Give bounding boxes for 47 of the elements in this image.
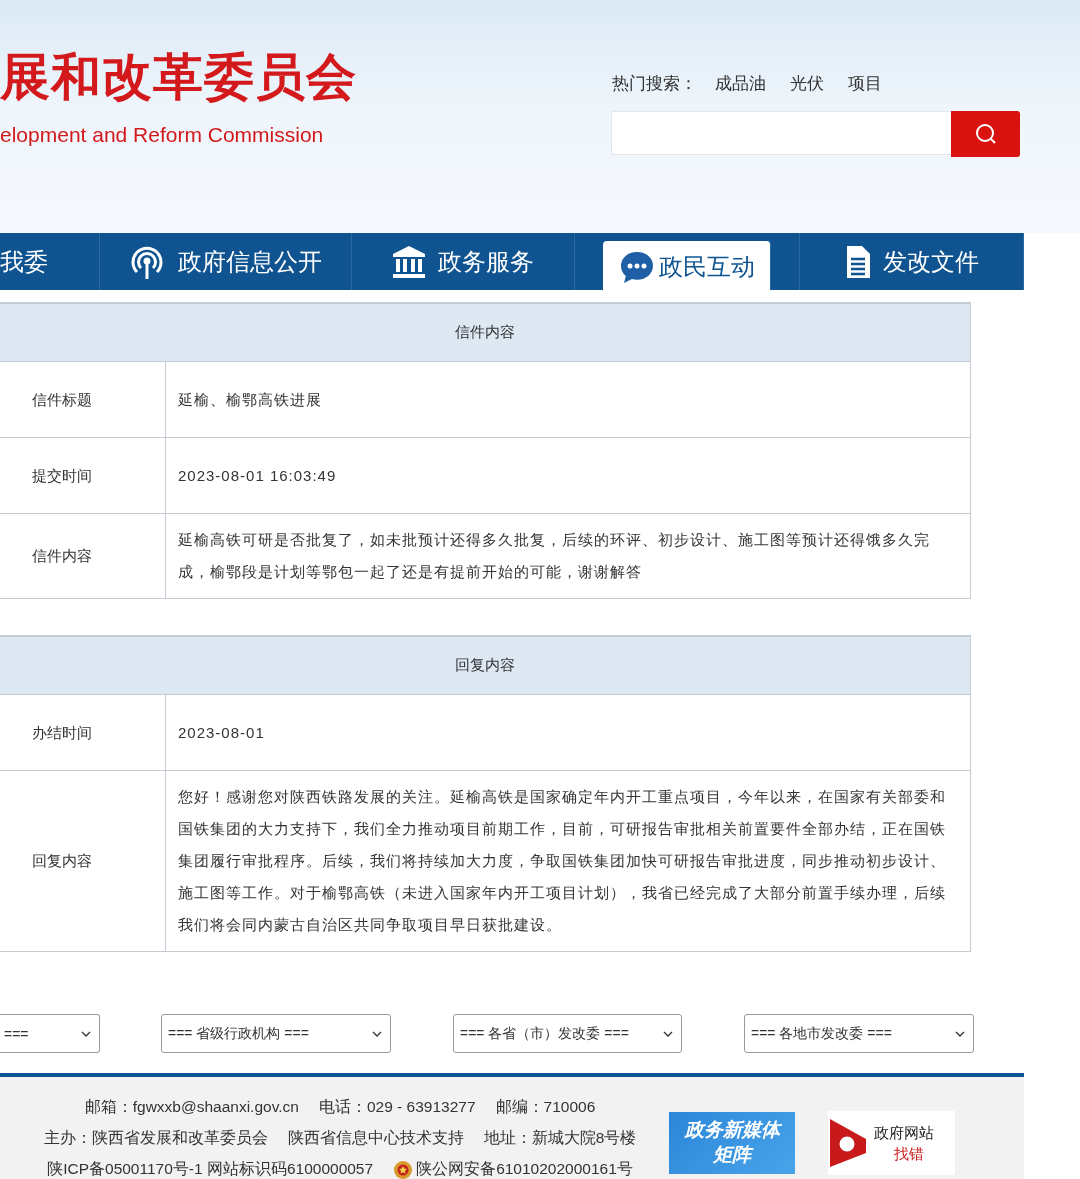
dropdown[interactable]: === 各地市发改委 ===	[744, 1014, 974, 1053]
field-label: 办结时间	[0, 694, 166, 771]
field-value: 延榆高铁可研是否批复了，如未批预计还得多久批复，后续的环评、初步设计、施工图等预计还得饿多久完成，榆鄂段是计划等鄂包一起了还是有提前开始的可能，谢谢解答	[165, 513, 971, 599]
hot-search-label: 热门搜索：	[612, 73, 697, 95]
footer-text: 邮编：710006	[495, 1097, 596, 1117]
footer-text: 地址：新城大院8号楼	[483, 1128, 637, 1148]
nav-tab[interactable]: 政民互动	[603, 241, 772, 290]
field-label: 信件标题	[0, 361, 166, 438]
footer-text: 电话：029 - 63913277	[318, 1097, 476, 1117]
field-value: 2023-08-01 16:03:49	[165, 437, 971, 514]
field-value: 延榆、榆鄂高铁进展	[165, 361, 971, 438]
footer-text: 陕西省信息中心技术支持	[287, 1128, 464, 1148]
dropdown[interactable]: === 各省（市）发改委 ===	[453, 1014, 682, 1053]
table-header: 回复内容	[0, 636, 971, 695]
chat-bubble-icon	[618, 249, 655, 284]
field-value: 您好！感谢您对陕西铁路发展的关注。延榆高铁是国家确定年内开工重点项目，今年以来，在国家有关部委和国铁集团的大力支持下，我们全力推动项目前期工作，目前，可研报告审批相关前置要件全部办结，正在国铁集团履行审批程序。后续，我们将持续加大力度，争取国铁集团加快可研报告审批进度，同步推动初步设计、施工图等工作。对于榆鄂高铁（未进入国家年内开工项目计划），我省已经完成了大部分前置手续办理，后续我们将会同内蒙古自治区共同争取项目早日获批建设。	[165, 770, 971, 952]
hot-search-link[interactable]: 成品油	[715, 72, 766, 95]
building-icon	[392, 244, 427, 279]
site-title: 展和改革委员会	[0, 52, 357, 102]
search-button[interactable]	[951, 111, 1020, 157]
dropdown[interactable]: === 省级行政机构 ===	[161, 1014, 391, 1053]
caret-icon	[663, 1030, 673, 1037]
nav-tab[interactable]: 政府信息公开	[99, 233, 352, 290]
caret-icon	[955, 1030, 965, 1037]
footer-link[interactable]: 陕公网安备61010202000161号	[416, 1159, 633, 1179]
error-report-banner[interactable]: 政府网站 找错	[828, 1111, 955, 1175]
hot-search-link[interactable]: 光伏	[790, 72, 824, 95]
footer-text: 陕ICP备05001170号-1 网站标识码6100000057	[47, 1159, 374, 1179]
caret-icon	[81, 1030, 91, 1037]
footer-text: 邮箱：fgwxxb@shaanxi.gov.cn	[84, 1097, 299, 1117]
hot-search-link[interactable]: 项目	[848, 72, 882, 95]
field-label: 回复内容	[0, 770, 166, 952]
footer-text: 主办：陕西省发展和改革委员会	[43, 1128, 268, 1148]
field-value: 2023-08-01	[165, 694, 971, 771]
dropdown[interactable]: ===	[0, 1014, 100, 1053]
caret-icon	[372, 1030, 382, 1037]
nav-tab[interactable]: 我委	[0, 233, 100, 290]
table-header: 信件内容	[0, 303, 971, 362]
site-subtitle: elopment and Reform Commission	[0, 123, 324, 147]
nav-tab[interactable]: 政务服务	[351, 233, 576, 290]
nav-tab[interactable]: 发改文件	[800, 233, 1024, 290]
emblem-icon	[393, 1159, 414, 1179]
field-label: 提交时间	[0, 437, 166, 514]
search-field[interactable]	[611, 111, 951, 155]
search-icon	[974, 123, 997, 145]
document-icon	[844, 244, 871, 279]
field-label: 信件内容	[0, 513, 166, 599]
